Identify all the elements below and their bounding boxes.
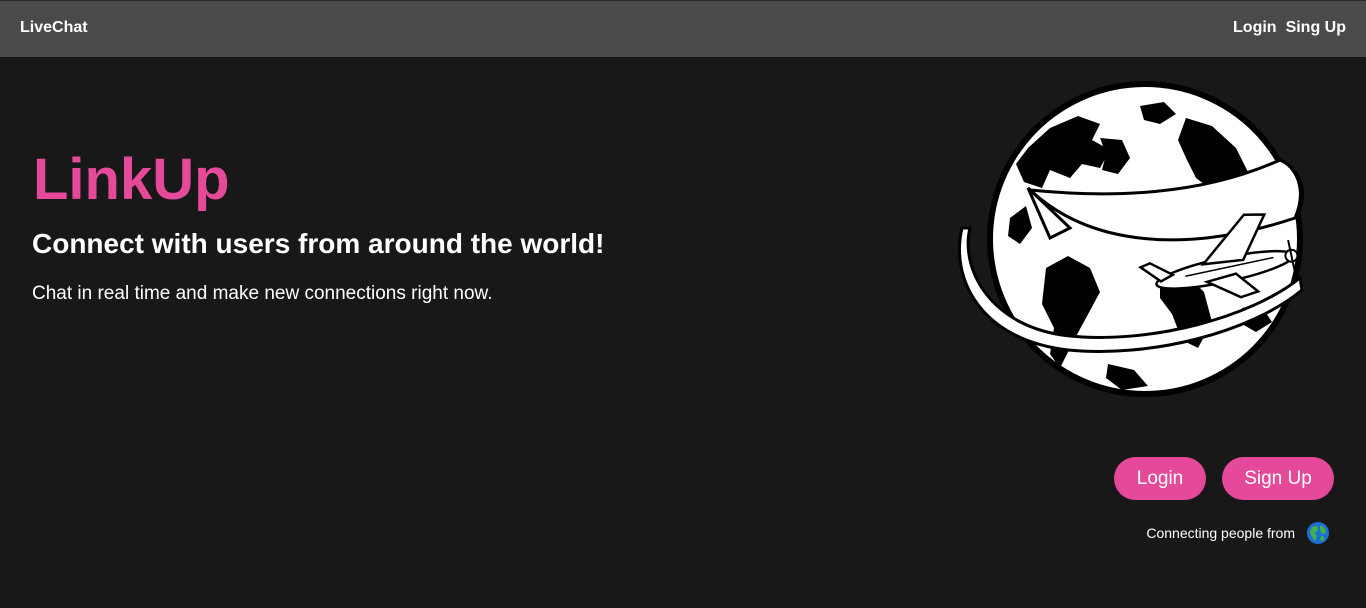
- hero-subtitle: Connect with users from around the world…: [32, 228, 605, 259]
- login-button[interactable]: Login: [1114, 457, 1206, 500]
- nav-login-link[interactable]: Login: [1233, 19, 1277, 37]
- globe-with-airplane-illustration: [957, 81, 1305, 397]
- earth-globe-icon: [1307, 522, 1329, 544]
- nav-signup-link[interactable]: Sing Up: [1286, 19, 1346, 37]
- connecting-people-note: Connecting people from: [1146, 521, 1330, 545]
- brand-link[interactable]: LiveChat: [20, 19, 88, 37]
- top-navbar: LiveChat Login Sing Up: [0, 0, 1366, 57]
- signup-button[interactable]: Sign Up: [1222, 457, 1334, 500]
- hero-title: LinkUp: [33, 147, 230, 212]
- connecting-text: Connecting people from: [1146, 525, 1295, 541]
- hero-description: Chat in real time and make new connectio…: [32, 283, 493, 304]
- nav-links: Login Sing Up: [1233, 19, 1346, 37]
